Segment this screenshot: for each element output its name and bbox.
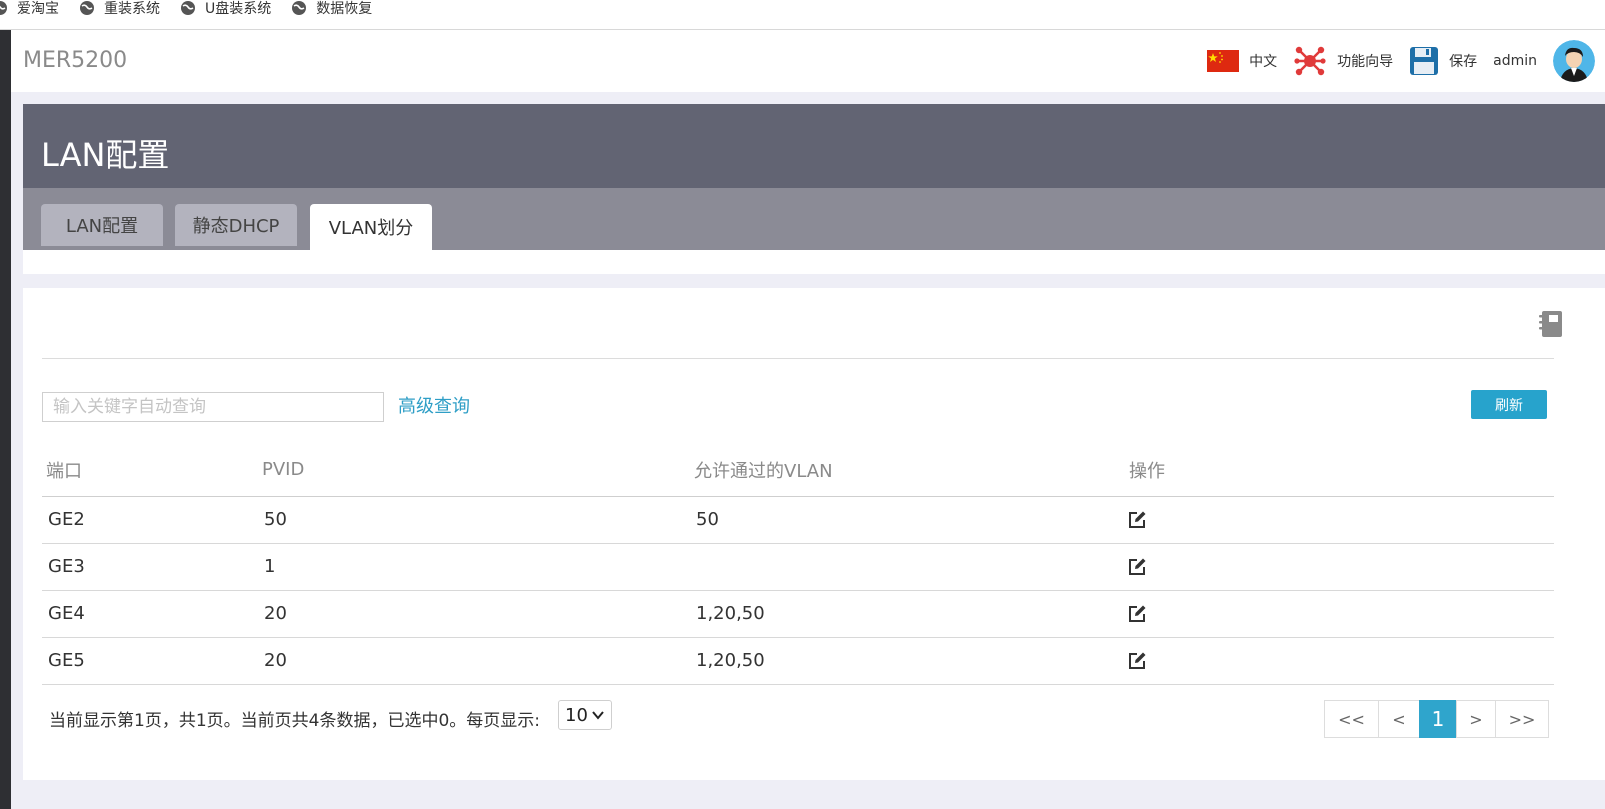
prev-page-button[interactable]: < xyxy=(1378,700,1420,738)
port-cell: GE4 xyxy=(42,590,258,638)
china-flag-icon xyxy=(1207,50,1240,72)
pvid-cell: 20 xyxy=(258,590,690,638)
chevron-down-icon xyxy=(592,711,604,720)
table-row: GE5 20 1,20,50 xyxy=(42,637,1554,685)
notebook-icon[interactable] xyxy=(1538,310,1564,338)
bookmark-label: 爱淘宝 xyxy=(17,0,59,17)
vlan-table: 端口 PVID 允许通过的VLAN 操作 GE2 50 50 GE3 1 GE4… xyxy=(42,444,1554,685)
language-switch[interactable]: 中文 xyxy=(1207,50,1277,72)
next-page-button[interactable]: > xyxy=(1456,700,1496,738)
globe-icon xyxy=(292,0,307,15)
edit-icon[interactable] xyxy=(1127,651,1147,671)
column-header-pvid[interactable]: PVID xyxy=(258,444,690,497)
tab-vlan-partition[interactable]: VLAN划分 xyxy=(310,204,432,250)
tab-static-dhcp[interactable]: 静态DHCP xyxy=(175,204,297,246)
refresh-button[interactable]: 刷新 xyxy=(1471,390,1547,419)
port-cell: GE3 xyxy=(42,543,258,591)
tab-lan-config[interactable]: LAN配置 xyxy=(41,204,163,246)
user-avatar-icon[interactable] xyxy=(1553,40,1595,82)
port-cell: GE5 xyxy=(42,637,258,685)
bookmark-item[interactable]: 爱淘宝 xyxy=(0,0,59,18)
bookmark-item[interactable]: 重装系统 xyxy=(79,0,160,18)
advanced-query-link[interactable]: 高级查询 xyxy=(398,392,470,418)
column-header-allowed-vlan[interactable]: 允许通过的VLAN xyxy=(690,444,1125,497)
allowed-vlan-cell: 50 xyxy=(690,496,1125,544)
brand-name: MER5200 xyxy=(23,48,128,73)
content-panel: 高级查询 刷新 端口 PVID 允许通过的VLAN 操作 GE2 50 50 xyxy=(23,288,1605,780)
left-sidebar-strip xyxy=(0,30,11,809)
pagination: << < 1 > >> xyxy=(1324,700,1549,738)
save-button[interactable]: 保存 xyxy=(1409,46,1477,76)
bookmark-item[interactable]: U盘装系统 xyxy=(180,0,271,18)
table-row: GE4 20 1,20,50 xyxy=(42,590,1554,638)
tab-content-strip xyxy=(23,250,1605,274)
pvid-cell: 50 xyxy=(258,496,690,544)
user-menu[interactable]: admin xyxy=(1493,53,1537,69)
actions-cell xyxy=(1125,590,1554,638)
page-title: LAN配置 xyxy=(41,136,170,174)
edit-icon[interactable] xyxy=(1127,604,1147,624)
page-1-button[interactable]: 1 xyxy=(1419,700,1457,738)
top-header: MER5200 中文 功能向导 保存 admin xyxy=(11,30,1605,92)
table-row: GE2 50 50 xyxy=(42,496,1554,544)
pagination-summary: 当前显示第1页，共1页。当前页共4条数据，已选中0。每页显示: xyxy=(49,711,540,731)
search-input[interactable] xyxy=(42,392,384,422)
divider xyxy=(42,358,1554,359)
language-label: 中文 xyxy=(1249,54,1278,70)
actions-cell xyxy=(1125,543,1554,591)
allowed-vlan-cell: 1,20,50 xyxy=(690,637,1125,685)
table-header-row: 端口 PVID 允许通过的VLAN 操作 xyxy=(42,444,1554,497)
bookmark-label: 数据恢复 xyxy=(316,0,373,17)
edit-icon[interactable] xyxy=(1127,510,1147,530)
allowed-vlan-cell: 1,20,50 xyxy=(690,590,1125,638)
tab-bar: LAN配置 静态DHCP VLAN划分 xyxy=(23,188,1605,250)
bookmark-label: 重装系统 xyxy=(104,0,160,17)
save-disk-icon xyxy=(1410,47,1439,75)
globe-icon xyxy=(181,0,195,15)
column-header-port[interactable]: 端口 xyxy=(42,444,258,497)
wizard-icon xyxy=(1294,46,1326,76)
last-page-button[interactable]: >> xyxy=(1495,700,1549,738)
edit-icon[interactable] xyxy=(1127,557,1147,577)
actions-cell xyxy=(1125,637,1554,685)
bookmark-label: U盘装系统 xyxy=(205,0,272,17)
globe-icon xyxy=(0,0,7,15)
pvid-cell: 20 xyxy=(258,637,690,685)
page-size-value: 10 xyxy=(565,704,588,726)
bookmarks-bar: 爱淘宝 重装系统 U盘装系统 数据恢复 xyxy=(0,0,1605,30)
page-size-select[interactable]: 10 xyxy=(558,700,612,730)
wizard-button[interactable]: 功能向导 xyxy=(1293,44,1393,78)
header-actions: 中文 功能向导 保存 admin xyxy=(1207,30,1605,92)
actions-cell xyxy=(1125,496,1554,544)
table-row: GE3 1 xyxy=(42,543,1554,591)
save-label: 保存 xyxy=(1449,54,1478,70)
first-page-button[interactable]: << xyxy=(1324,700,1379,738)
pvid-cell: 1 xyxy=(258,543,690,591)
allowed-vlan-cell xyxy=(690,543,1125,591)
port-cell: GE2 xyxy=(42,496,258,544)
username-label: admin xyxy=(1493,53,1537,69)
wizard-label: 功能向导 xyxy=(1337,54,1394,70)
column-header-actions: 操作 xyxy=(1125,444,1554,497)
globe-icon xyxy=(80,0,94,15)
page-banner: LAN配置 xyxy=(23,104,1605,188)
bookmark-item[interactable]: 数据恢复 xyxy=(291,0,372,18)
